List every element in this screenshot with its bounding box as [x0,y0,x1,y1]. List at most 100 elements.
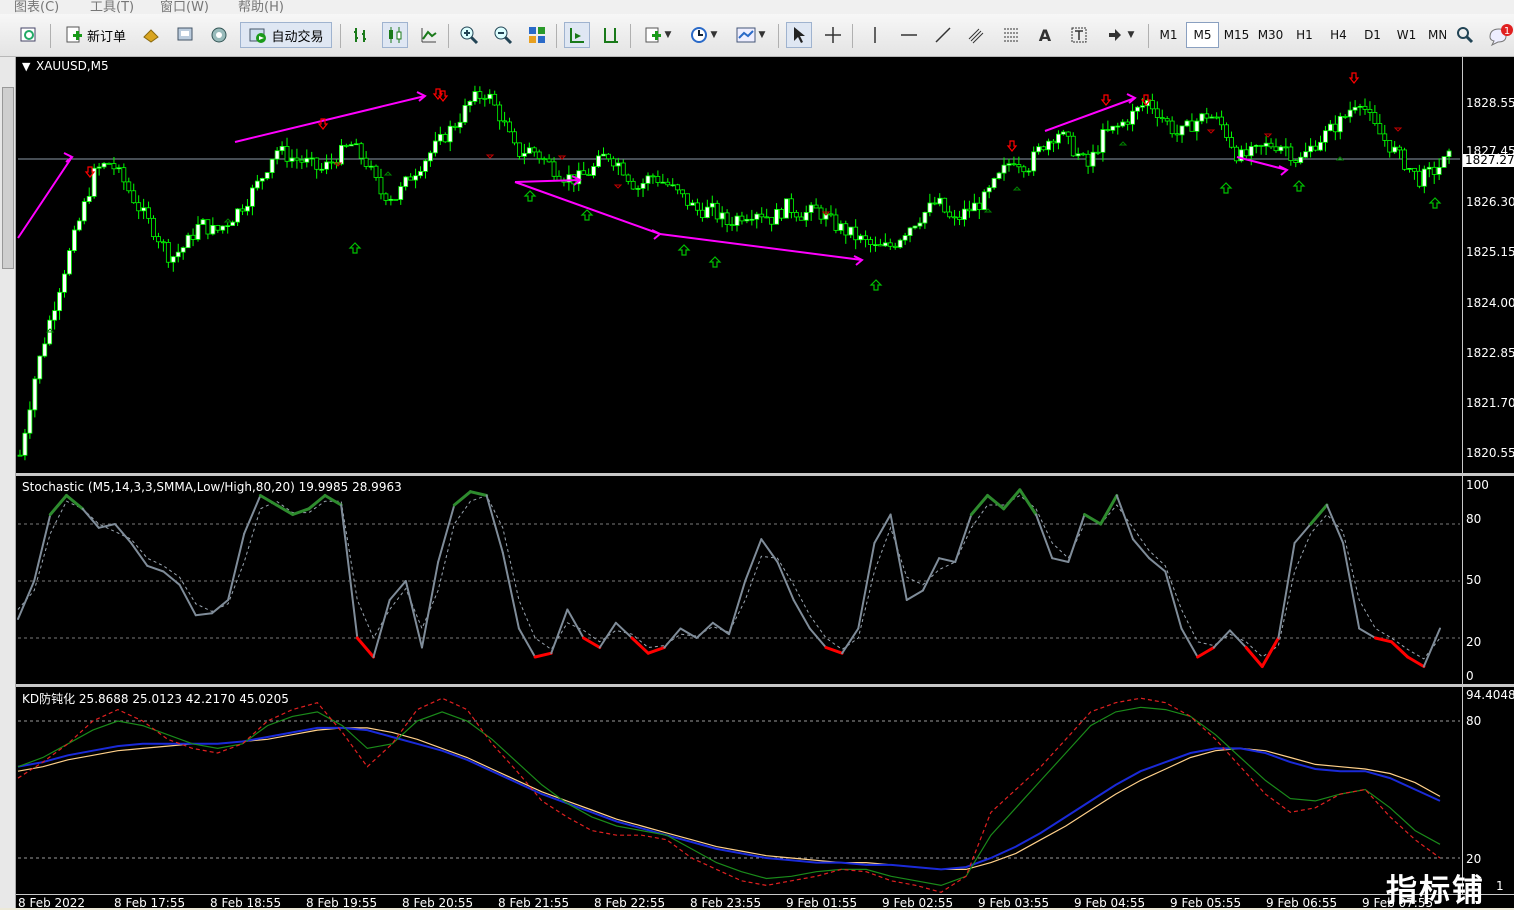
candle-body [1095,151,1101,154]
trendline [234,95,426,143]
candle-body [17,454,23,457]
small-sell-arrow-icon [1206,129,1216,134]
candle-body [640,183,646,189]
stoch-main-segment [1260,636,1280,668]
candle-body [927,202,933,213]
stoch-main-segment [744,538,763,582]
candle-body [1446,150,1452,158]
candle-body [304,157,310,163]
candle-body [709,202,715,208]
stoch-main-segment [420,561,440,649]
kd-level: 94.4048 [1466,688,1514,702]
price-label: 1824.00 [1466,296,1514,310]
candle-body [996,172,1002,179]
candle-body [1258,144,1264,147]
candle-body [1337,116,1343,133]
candle-body [1402,149,1407,170]
candle-body [863,235,868,240]
candle-body [1234,146,1239,162]
candle-body [1164,118,1170,122]
candle-body [175,251,181,258]
candle-body [1298,156,1304,163]
buy-arrow-icon [580,209,594,221]
candle-body [774,209,779,225]
candle-body [131,190,137,204]
stoch-main-segment [113,523,133,544]
candle-body [205,219,211,235]
candle-body [457,121,463,128]
candle-body [324,161,329,170]
small-buy-arrow-icon [1118,141,1128,146]
candle-body [81,201,87,222]
stoch-main-segment [1196,646,1216,659]
pane-separator[interactable] [16,684,1514,687]
stoch-main-segment [646,646,666,655]
candle-body [853,226,859,241]
candle-body [452,125,458,128]
candle-body [967,208,972,212]
candle-body [383,193,389,201]
candle-body [868,239,873,245]
candle-body [986,187,992,193]
candle-body [363,157,369,167]
candle-body [546,158,552,163]
candle-body [536,151,542,160]
candle-body [151,217,156,238]
stoch-main-segment [1406,655,1426,668]
candle-body [220,225,226,231]
candle-body [57,291,62,312]
candle-body [848,226,854,236]
candle-body [195,224,201,240]
stoch-main-segment [275,503,295,516]
candle-body [185,234,191,249]
candle-body [398,186,404,200]
kd-green-line [17,706,1441,887]
candle-body [403,176,409,187]
candle-body [71,229,77,252]
candle-body [1342,116,1348,118]
candle-body [339,144,344,165]
candle-body [1209,116,1215,119]
candle-body [254,180,260,189]
stoch-main-segment [986,494,1006,511]
candle-body [487,93,493,100]
stochastic-label: Stochastic (M5,14,3,3,SMMA,Low/High,80,2… [22,480,402,494]
candle-body [447,125,453,143]
small-buy-arrow-icon [1012,186,1022,191]
kd-level: 1 [1496,879,1504,893]
candle-body [551,161,557,177]
candle-body [348,144,354,147]
candle-body [432,140,438,154]
chart-canvas[interactable] [0,0,1514,908]
candle-body [942,197,948,213]
kd-blue-line [17,726,1441,871]
candle-body [1308,145,1313,153]
candle-body [793,212,799,218]
candle-body [1243,149,1249,157]
candle-body [1110,125,1116,131]
candle-body [749,218,755,221]
candle-body [210,225,216,235]
candle-body [126,181,132,192]
candle-body [818,207,824,220]
stoch-main-segment [97,523,116,529]
watermark-logo: 指标铺 [1386,873,1485,909]
candle-body [264,172,270,179]
candle-body [1367,108,1373,113]
candle-body [1219,116,1224,126]
candle-body [230,221,236,227]
stoch-main-segment [905,589,924,601]
candle-body [581,170,587,175]
candle-body [1140,105,1145,108]
candle-body [437,133,443,142]
stoch-main-segment [468,490,489,497]
buy-arrow-icon [1219,182,1233,194]
candle-body [294,157,300,161]
candle-body [160,241,166,244]
candle-body [1293,160,1299,163]
candle-body [779,209,784,219]
sell-arrow-icon [1006,140,1018,152]
stoch-main-segment [1244,646,1264,668]
pane-separator[interactable] [16,473,1514,476]
candle-body [86,195,92,203]
